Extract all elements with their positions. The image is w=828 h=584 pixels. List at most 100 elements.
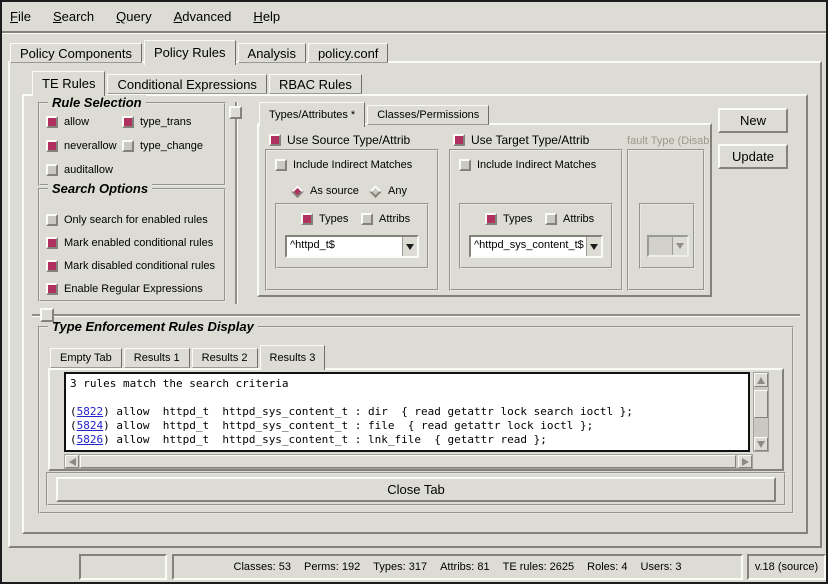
new-button[interactable]: New [718, 108, 788, 133]
tab-te-rules[interactable]: TE Rules [32, 71, 105, 96]
checkbox-indicator [122, 140, 134, 152]
rule-selection-title: Rule Selection [48, 95, 146, 110]
tab-conditional-expressions[interactable]: Conditional Expressions [107, 74, 266, 94]
tab-results-2[interactable]: Results 2 [192, 348, 258, 368]
tab-types-attributes[interactable]: Types/Attributes * [259, 102, 365, 127]
default-type-frame [627, 149, 705, 291]
status-empty-box [79, 554, 167, 580]
close-tab-button[interactable]: Close Tab [56, 477, 776, 502]
checkbox-source-types[interactable]: Types [301, 213, 348, 225]
checkbox-enable-regex[interactable]: Enable Regular Expressions [46, 283, 203, 295]
checkbox-indicator [459, 159, 471, 171]
checkbox-indicator [46, 214, 58, 226]
checkbox-type-trans[interactable]: type_trans [122, 116, 191, 128]
rule-number-link[interactable]: 5822 [77, 405, 104, 418]
results-horizontal-scrollbar[interactable] [64, 454, 753, 469]
tab-classes-permissions[interactable]: Classes/Permissions [367, 105, 489, 125]
checkbox-indicator [122, 116, 134, 128]
radio-indicator [291, 185, 304, 198]
checkbox-mark-disabled[interactable]: Mark disabled conditional rules [46, 260, 215, 272]
vertical-scroll-thumb[interactable] [754, 390, 768, 418]
results-tab-bar: Empty Tab Results 1 Results 2 Results 3 [50, 345, 327, 368]
checkbox-use-source[interactable]: Use Source Type/Attrib [269, 133, 410, 147]
scroll-right-arrow-icon[interactable] [738, 455, 752, 468]
rule-number-link[interactable]: 5826 [77, 433, 104, 446]
checkbox-type-change[interactable]: type_change [122, 140, 203, 152]
checkbox-source-indirect[interactable]: Include Indirect Matches [275, 159, 412, 171]
radio-indicator [369, 185, 382, 198]
checkbox-indicator [545, 213, 557, 225]
checkbox-label: Only search for enabled rules [64, 214, 208, 226]
scroll-down-arrow-icon[interactable] [754, 437, 768, 451]
search-options-group: Search Options Only search for enabled r… [38, 188, 226, 302]
source-frame: Include Indirect Matches As source Any T… [265, 149, 439, 291]
policy-version: v.18 (source) [755, 561, 818, 573]
search-options-title: Search Options [48, 181, 152, 196]
menu-file[interactable]: File [10, 9, 31, 24]
menu-search[interactable]: Search [53, 9, 94, 24]
radio-as-source[interactable]: As source [291, 185, 359, 197]
radio-any[interactable]: Any [369, 185, 407, 197]
default-type-inner-frame [639, 203, 695, 269]
combobox-value[interactable]: ^httpd_t$ [287, 237, 402, 256]
checkbox-allow[interactable]: allow [46, 116, 89, 128]
checkbox-auditallow[interactable]: auditallow [46, 164, 113, 176]
rule-number-link[interactable]: 5824 [77, 419, 104, 432]
checkbox-label: Include Indirect Matches [477, 159, 596, 171]
tab-results-1[interactable]: Results 1 [124, 348, 190, 368]
checkbox-label: Attribs [563, 213, 594, 225]
checkbox-indicator [46, 140, 58, 152]
target-frame: Include Indirect Matches Types Attribs ^… [449, 149, 623, 291]
checkbox-indicator [269, 134, 281, 146]
tab-policy-rules[interactable]: Policy Rules [144, 40, 236, 65]
status-version-box: v.18 (source) [747, 554, 826, 580]
checkbox-use-target[interactable]: Use Target Type/Attrib [453, 133, 589, 147]
blank-line [70, 391, 744, 405]
dropdown-arrow-icon[interactable] [586, 237, 601, 256]
tab-analysis[interactable]: Analysis [238, 43, 306, 63]
tab-policy-components[interactable]: Policy Components [10, 43, 142, 63]
menu-advanced[interactable]: Advanced [174, 9, 232, 24]
checkbox-neverallow[interactable]: neverallow [46, 140, 117, 152]
checkbox-indicator [46, 237, 58, 249]
results-text-area[interactable]: 3 rules match the search criteria (5822)… [64, 372, 750, 452]
tab-policy-conf[interactable]: policy.conf [308, 43, 388, 63]
target-type-combobox[interactable]: ^httpd_sys_content_t$ [469, 235, 603, 258]
dropdown-arrow-icon[interactable] [402, 237, 417, 256]
horizontal-scroll-thumb[interactable] [80, 455, 736, 468]
checkbox-label: Types [319, 213, 348, 225]
update-button[interactable]: Update [718, 144, 788, 169]
vertical-sash[interactable] [235, 102, 237, 304]
default-type-label: Default Type (Disabled) [627, 135, 709, 147]
tab-rbac-rules[interactable]: RBAC Rules [269, 74, 362, 94]
results-vertical-scrollbar[interactable] [753, 372, 769, 452]
menu-bar: File Search Query Advanced Help [2, 2, 826, 33]
checkbox-target-types[interactable]: Types [485, 213, 532, 225]
checkbox-mark-enabled[interactable]: Mark enabled conditional rules [46, 237, 213, 249]
checkbox-label: Use Target Type/Attrib [471, 133, 589, 147]
checkbox-target-indirect[interactable]: Include Indirect Matches [459, 159, 596, 171]
combobox-value[interactable]: ^httpd_sys_content_t$ [471, 237, 586, 256]
results-display-title: Type Enforcement Rules Display [48, 319, 258, 334]
menu-help[interactable]: Help [253, 9, 280, 24]
stat-roles: Roles: 4 [587, 561, 627, 573]
tab-empty[interactable]: Empty Tab [50, 348, 122, 368]
tab-results-3[interactable]: Results 3 [260, 345, 326, 370]
source-type-combobox[interactable]: ^httpd_t$ [285, 235, 419, 258]
vertical-sash-handle[interactable] [229, 106, 242, 119]
rule-selection-group: Rule Selection allow type_trans neverall… [38, 102, 226, 186]
scroll-up-arrow-icon[interactable] [754, 373, 768, 387]
combobox-value [649, 237, 672, 255]
checkbox-indicator [485, 213, 497, 225]
horizontal-sash-handle[interactable] [40, 308, 54, 322]
stat-te-rules: TE rules: 2625 [503, 561, 575, 573]
results-summary: 3 rules match the search criteria [70, 377, 744, 391]
checkbox-label: allow [64, 116, 89, 128]
checkbox-source-attribs[interactable]: Attribs [361, 213, 410, 225]
menu-query[interactable]: Query [116, 9, 151, 24]
horizontal-sash[interactable] [32, 314, 800, 316]
scroll-left-arrow-icon[interactable] [65, 455, 79, 468]
checkbox-target-attribs[interactable]: Attribs [545, 213, 594, 225]
checkbox-only-enabled[interactable]: Only search for enabled rules [46, 214, 208, 226]
checkbox-indicator [361, 213, 373, 225]
